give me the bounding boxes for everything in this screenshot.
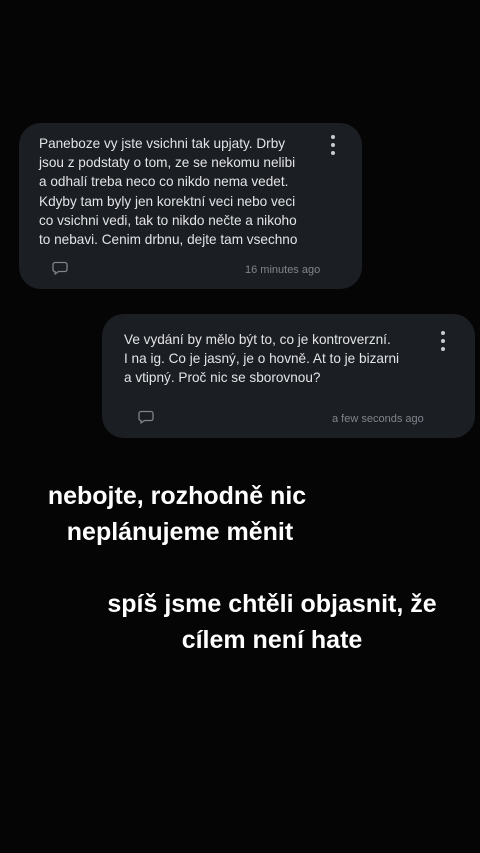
overlay-caption-line: nebojte, rozhodně nic <box>47 482 307 510</box>
more-vertical-icon[interactable] <box>327 134 339 156</box>
more-vertical-icon[interactable] <box>437 330 449 352</box>
comment-bubble-icon[interactable] <box>138 410 154 424</box>
overlay-caption-line: cílem není hate <box>181 626 363 654</box>
overlay-caption-line: spíš jsme chtěli objasnit, že <box>107 590 437 618</box>
comment-bubble-icon[interactable] <box>52 261 68 275</box>
overlay-caption: spíš jsme chtěli objasnit, že cílem není… <box>72 586 472 658</box>
comment-timestamp: a few seconds ago <box>332 413 424 425</box>
comment-text: Paneboze vy jste vsichni tak upjaty. Drb… <box>39 136 298 248</box>
overlay-caption: nebojte, rozhodně nic neplánujeme měnit <box>12 478 342 550</box>
overlay-caption-line: neplánujeme měnit <box>66 518 294 546</box>
comment-timestamp: 16 minutes ago <box>245 264 321 276</box>
comment-text: Ve vydání by mělo být to, co je kontrove… <box>124 332 400 386</box>
comment-card: Ve vydání by mělo být to, co je kontrove… <box>102 314 475 438</box>
comment-card: Paneboze vy jste vsichni tak upjaty. Drb… <box>19 123 362 289</box>
